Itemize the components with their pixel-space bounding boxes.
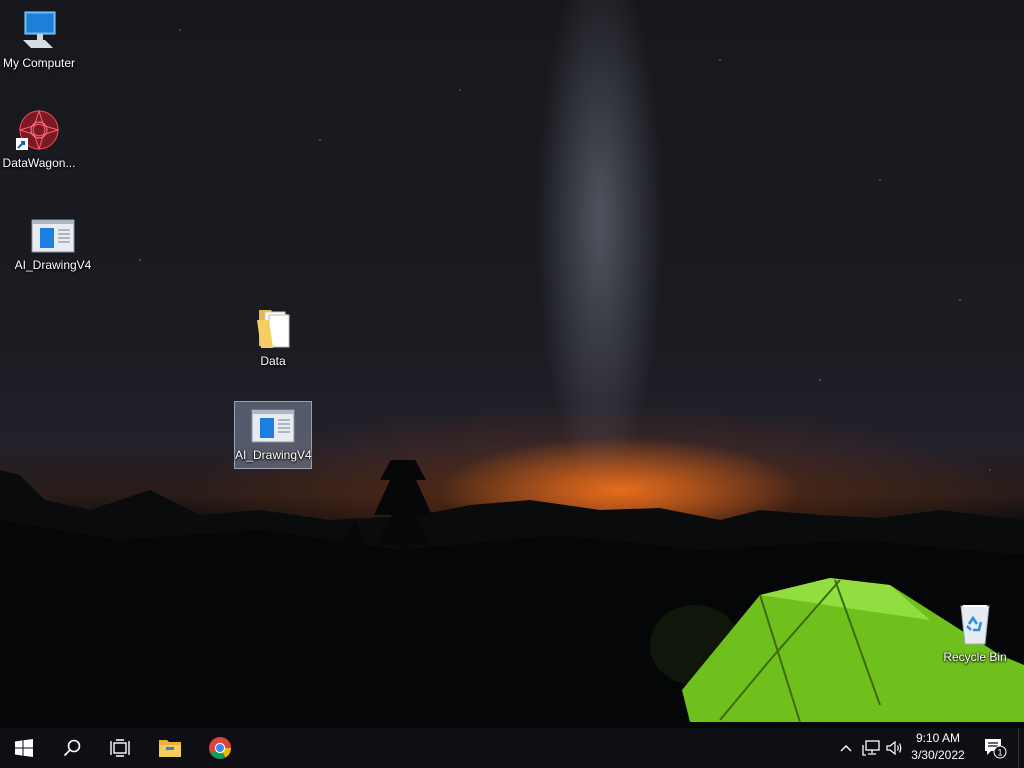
desktop-icon-label: AI_DrawingV4 bbox=[235, 448, 312, 462]
desktop[interactable]: My Computer DataWagon... AI_DrawingV4 Da… bbox=[0, 0, 1024, 728]
notification-icon: 1 bbox=[985, 739, 1007, 759]
recycle-bin-icon bbox=[960, 605, 990, 645]
chrome-button[interactable] bbox=[196, 728, 244, 768]
task-view-icon bbox=[110, 739, 130, 757]
network-icon bbox=[862, 740, 880, 756]
action-center-button[interactable]: 1 bbox=[980, 728, 1010, 768]
desktop-icon-data-folder[interactable]: Data bbox=[234, 306, 312, 368]
application-icon bbox=[251, 409, 295, 443]
search-icon bbox=[63, 739, 81, 757]
desktop-icon-recycle-bin[interactable]: Recycle Bin bbox=[936, 602, 1014, 664]
show-desktop-button[interactable] bbox=[1018, 728, 1024, 768]
desktop-icon-ai-drawing-selected[interactable]: AI_DrawingV4 bbox=[234, 401, 312, 469]
search-button[interactable] bbox=[48, 728, 96, 768]
chrome-icon bbox=[209, 737, 231, 759]
file-explorer-button[interactable] bbox=[146, 728, 194, 768]
application-icon bbox=[31, 219, 75, 253]
desktop-icon-label: DataWagon... bbox=[2, 156, 76, 170]
taskbar: 9:10 AM 3/30/2022 1 bbox=[0, 728, 1024, 768]
wallpaper-landscape bbox=[0, 460, 1024, 728]
clock-time: 9:10 AM bbox=[915, 731, 961, 745]
chevron-up-icon bbox=[840, 745, 852, 752]
folder-icon bbox=[257, 310, 290, 348]
task-view-button[interactable] bbox=[96, 728, 144, 768]
desktop-icon-datawagon[interactable]: DataWagon... bbox=[0, 108, 78, 170]
tray-network[interactable] bbox=[860, 728, 882, 768]
desktop-icon-label: Recycle Bin bbox=[943, 650, 1007, 664]
desktop-icon-ai-drawing[interactable]: AI_DrawingV4 bbox=[14, 218, 92, 272]
datawagon-icon bbox=[16, 109, 60, 151]
notification-count: 1 bbox=[997, 748, 1002, 758]
file-explorer-icon bbox=[159, 740, 181, 757]
desktop-icon-my-computer[interactable]: My Computer bbox=[0, 8, 78, 70]
desktop-icon-label: Data bbox=[260, 354, 286, 368]
windows-start-icon bbox=[15, 739, 33, 757]
start-button[interactable] bbox=[0, 728, 48, 768]
desktop-icon-label: My Computer bbox=[2, 56, 76, 70]
computer-icon bbox=[23, 11, 56, 48]
taskbar-clock[interactable]: 9:10 AM 3/30/2022 bbox=[900, 730, 976, 766]
clock-date: 3/30/2022 bbox=[911, 748, 965, 762]
desktop-icon-label: AI_DrawingV4 bbox=[14, 258, 92, 272]
tray-show-hidden[interactable] bbox=[836, 728, 856, 768]
